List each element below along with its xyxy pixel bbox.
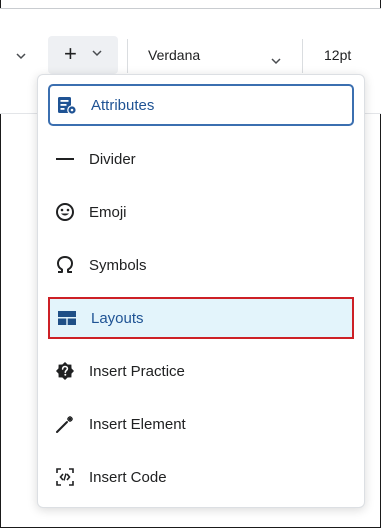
menu-item-emoji[interactable]: Emoji [48,191,354,233]
menu-item-label: Divider [89,150,136,168]
menu-item-attributes[interactable]: Attributes [48,84,354,126]
layout-icon [56,307,78,329]
chevron-down-icon [92,50,102,57]
divider-icon [54,148,76,170]
menu-item-insert-element[interactable]: Insert Element [48,403,354,445]
menu-item-label: Symbols [89,256,147,274]
toolbar-divider [302,39,303,73]
menu-item-divider[interactable]: Divider [48,138,354,180]
code-icon [54,466,76,488]
font-size-select[interactable]: 12pt [324,47,351,63]
attributes-icon [56,94,78,116]
menu-item-label: Insert Practice [89,362,185,380]
menu-item-label: Insert Element [89,415,186,433]
insert-dropdown-menu: Attributes Divider Emoji Symbols Layouts… [37,74,365,508]
menu-item-insert-practice[interactable]: Insert Practice [48,350,354,392]
menu-item-label: Layouts [91,309,144,327]
chevron-down-icon[interactable] [16,51,26,61]
emoji-icon [54,201,76,223]
plus-icon: + [64,41,77,66]
insert-menu-button[interactable]: + [48,36,118,74]
menu-item-symbols[interactable]: Symbols [48,244,354,286]
menu-item-insert-code[interactable]: Insert Code [48,456,354,498]
menu-item-layouts[interactable]: Layouts [48,297,354,339]
chevron-down-icon[interactable] [271,56,281,66]
omega-icon [54,254,76,276]
menu-item-label: Attributes [91,96,155,114]
font-family-select[interactable]: Verdana [148,47,200,63]
menu-item-label: Insert Code [89,468,167,486]
magic-wand-icon [54,413,76,435]
practice-icon [54,360,76,382]
toolbar-divider [127,39,128,73]
menu-item-label: Emoji [89,203,127,221]
